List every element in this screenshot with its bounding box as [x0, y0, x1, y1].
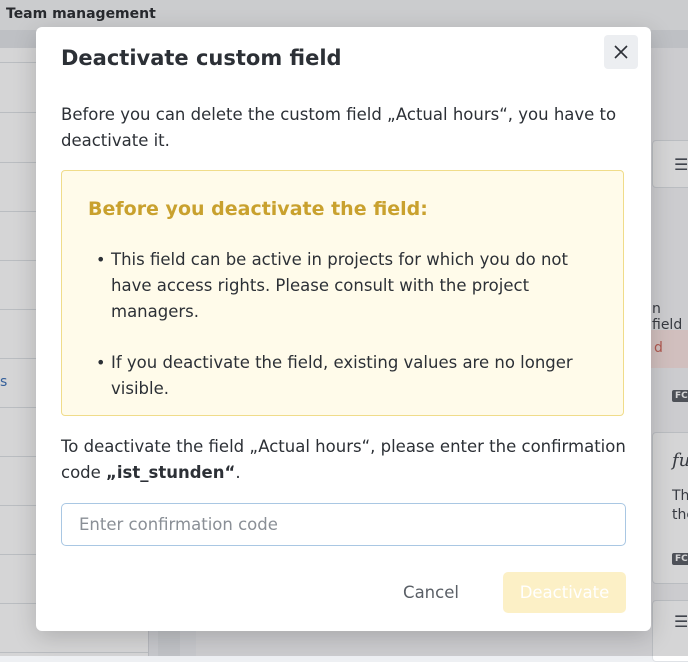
warning-item: • If you deactivate the field, existing …: [62, 350, 625, 402]
warning-box: Before you deactivate the field: • This …: [61, 170, 624, 416]
confirm-suffix: .: [235, 463, 241, 482]
warning-item: • This field can be active in projects f…: [62, 247, 625, 325]
deactivate-dialog: Deactivate custom field Before you can d…: [36, 27, 651, 631]
close-button[interactable]: [604, 35, 638, 69]
dialog-title: Deactivate custom field: [61, 46, 342, 70]
bullet-icon: •: [96, 250, 106, 269]
cancel-button[interactable]: Cancel: [388, 572, 474, 612]
bullet-icon: •: [96, 353, 106, 372]
close-icon: [614, 45, 628, 59]
warning-list: • This field can be active in projects f…: [62, 247, 625, 427]
confirm-instructions: To deactivate the field „Actual hours“, …: [61, 434, 631, 486]
warning-item-text: This field can be active in projects for…: [111, 250, 568, 321]
confirmation-code-input[interactable]: [61, 503, 626, 546]
warning-title: Before you deactivate the field:: [88, 198, 428, 220]
warning-item-text: If you deactivate the field, existing va…: [111, 353, 573, 398]
deactivate-button[interactable]: Deactivate: [503, 572, 626, 613]
dialog-intro: Before you can delete the custom field „…: [61, 105, 617, 150]
confirmation-code: „ist_stunden“: [106, 463, 236, 482]
